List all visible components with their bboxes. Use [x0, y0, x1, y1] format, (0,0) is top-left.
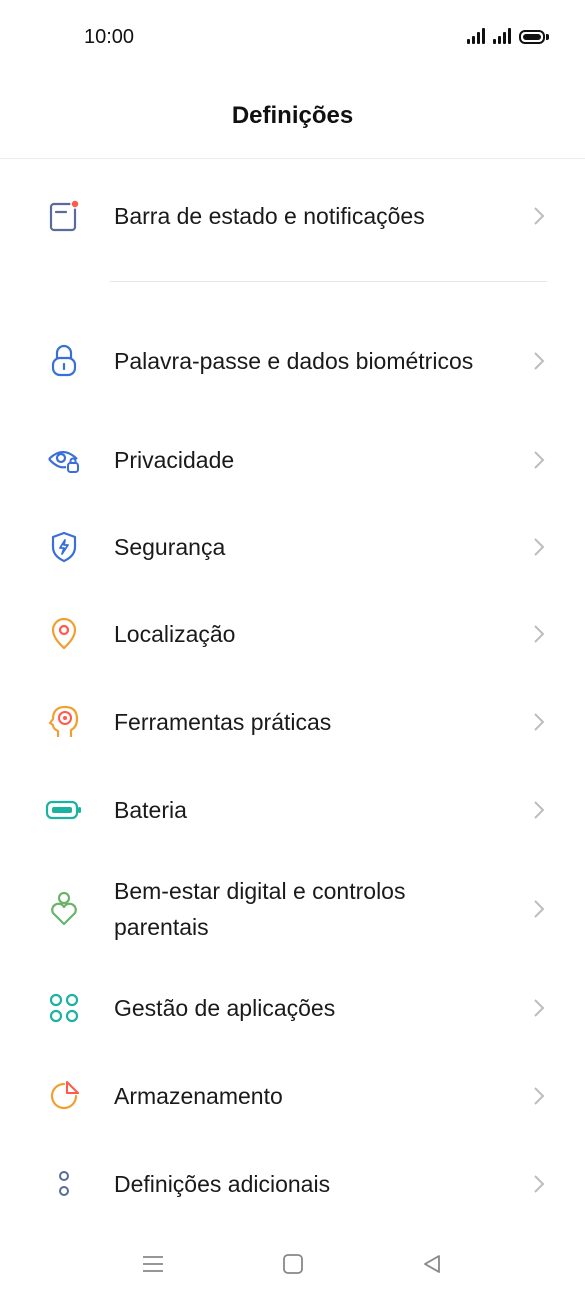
- status-time: 10:00: [84, 26, 135, 48]
- chevron-right-icon: [534, 1175, 545, 1193]
- settings-item-password-biometrics[interactable]: Palavra-passe e dados biométricos: [0, 322, 585, 400]
- chevron-right-icon: [534, 352, 545, 370]
- chevron-right-icon: [534, 900, 545, 918]
- page-title: Definições: [231, 102, 354, 129]
- location-pin-icon: [44, 614, 84, 654]
- battery-status-icon: [519, 30, 545, 44]
- settings-item-label: Segurança: [114, 534, 226, 560]
- signal-icon-2: [493, 28, 511, 44]
- apps-grid-icon: [44, 988, 84, 1028]
- chevron-right-icon: [534, 625, 545, 643]
- settings-item-app-management[interactable]: Gestão de aplicações: [0, 974, 585, 1042]
- settings-item-label: Armazenamento: [114, 1083, 283, 1109]
- settings-item-label: Bem-estar digital e controlos parentais: [114, 878, 406, 940]
- settings-item-label: Palavra-passe e dados biométricos: [114, 348, 474, 374]
- settings-item-label: Privacidade: [114, 447, 235, 473]
- home-button[interactable]: [277, 1248, 309, 1280]
- settings-item-security[interactable]: Segurança: [0, 513, 585, 581]
- head-target-icon: [44, 702, 84, 742]
- lock-icon: [44, 341, 84, 381]
- more-dots-icon: [44, 1164, 84, 1204]
- menu-button[interactable]: [137, 1248, 169, 1280]
- chevron-right-icon: [534, 538, 545, 556]
- battery-icon: [44, 790, 84, 830]
- settings-item-label: Bateria: [114, 797, 187, 823]
- settings-item-label: Barra de estado e notificações: [114, 203, 425, 229]
- privacy-eye-lock-icon: [44, 440, 84, 480]
- chevron-right-icon: [534, 713, 545, 731]
- settings-item-battery[interactable]: Bateria: [0, 776, 585, 844]
- chevron-right-icon: [534, 451, 545, 469]
- settings-item-additional-settings[interactable]: Definições adicionais: [0, 1150, 585, 1218]
- menu-icon: [143, 1256, 163, 1272]
- settings-item-digital-wellbeing[interactable]: Bem-estar digital e controlos parentais: [0, 870, 585, 948]
- settings-item-privacy[interactable]: Privacidade: [0, 426, 585, 494]
- shield-bolt-icon: [44, 527, 84, 567]
- status-bar-icon: [44, 196, 84, 236]
- back-button[interactable]: [416, 1248, 448, 1280]
- home-square-icon: [283, 1254, 303, 1274]
- battery-tip: [546, 34, 549, 40]
- settings-item-status-bar[interactable]: Barra de estado e notificações: [0, 182, 585, 250]
- chevron-right-icon: [534, 207, 545, 225]
- chevron-right-icon: [534, 999, 545, 1017]
- storage-pie-icon: [44, 1076, 84, 1116]
- settings-item-label: Localização: [114, 621, 236, 647]
- settings-item-practical-tools[interactable]: Ferramentas práticas: [0, 688, 585, 756]
- navigation-bar: [0, 1228, 585, 1300]
- section-divider: [110, 281, 547, 282]
- settings-item-label: Gestão de aplicações: [114, 995, 336, 1021]
- settings-item-label: Definições adicionais: [114, 1171, 331, 1197]
- signal-icon: [467, 28, 485, 44]
- settings-item-label: Ferramentas práticas: [114, 709, 332, 735]
- wellbeing-heart-icon: [44, 889, 84, 929]
- back-triangle-icon: [424, 1255, 440, 1273]
- chevron-right-icon: [534, 1087, 545, 1105]
- status-icons: [467, 28, 549, 44]
- settings-item-storage[interactable]: Armazenamento: [0, 1062, 585, 1130]
- status-bar: 10:00: [0, 0, 585, 76]
- header: Definições: [0, 76, 585, 159]
- chevron-right-icon: [534, 801, 545, 819]
- settings-item-location[interactable]: Localização: [0, 600, 585, 668]
